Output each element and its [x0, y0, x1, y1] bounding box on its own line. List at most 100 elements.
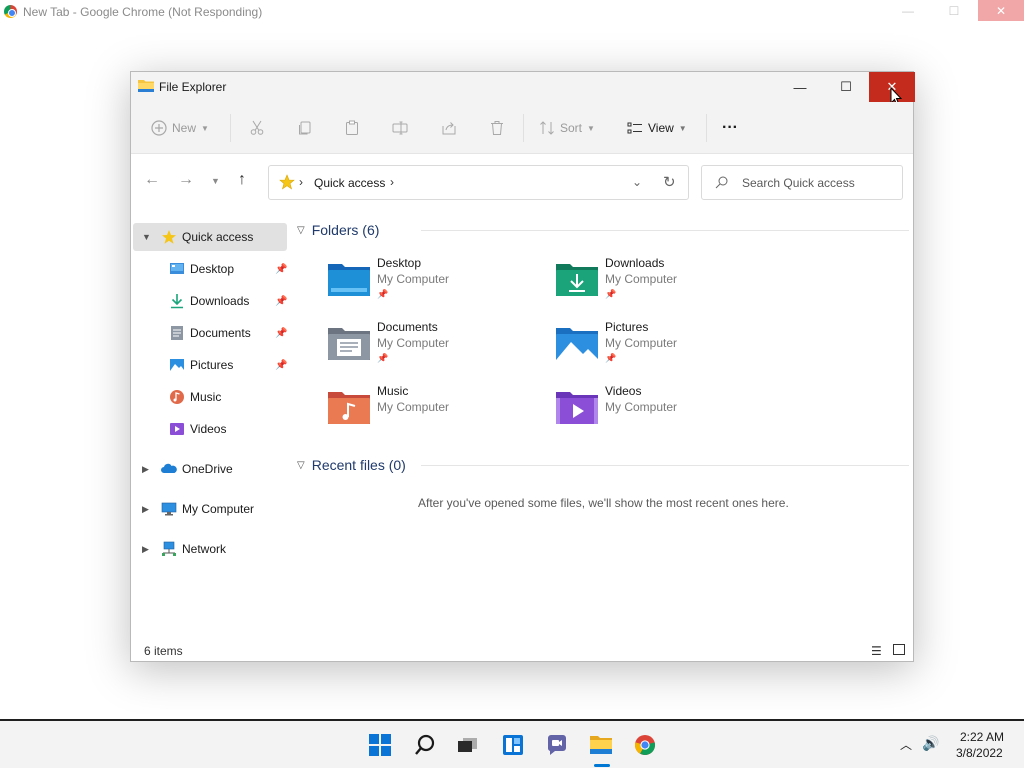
downloads-icon [171, 294, 183, 309]
widgets-icon[interactable] [501, 733, 525, 757]
volume-icon[interactable]: 🔊 [922, 735, 939, 752]
folder-location: My Computer [605, 400, 678, 414]
forward-arrow-icon[interactable]: → [178, 171, 194, 189]
chrome-minimize-button[interactable]: — [885, 0, 931, 21]
chrome-window-title: New Tab - Google Chrome (Not Responding) [23, 5, 263, 19]
item-count: 6 items [144, 644, 183, 658]
recent-locations-chevron-icon[interactable]: ▼ [211, 176, 220, 186]
chevron-down-icon[interactable]: ▼ [142, 232, 151, 242]
pictures-icon [170, 359, 184, 371]
cut-button[interactable] [249, 116, 265, 140]
recent-files-section-header[interactable]: ▽ Recent files (0) [297, 457, 406, 473]
scissors-icon [250, 120, 264, 135]
sort-button[interactable]: Sort ▼ [539, 116, 595, 140]
view-label: View [648, 121, 674, 135]
sort-icon [540, 121, 554, 135]
chevron-right-icon[interactable]: ▶ [142, 504, 149, 515]
chrome-maximize-button[interactable]: ☐ [931, 0, 977, 21]
see-more-button[interactable]: ··· [722, 116, 738, 140]
address-dropdown-chevron-icon[interactable]: ⌄ [632, 175, 642, 189]
copy-button[interactable] [297, 116, 313, 140]
sidebar-item-pictures[interactable]: Pictures 📌 [133, 351, 287, 379]
sidebar-item-videos[interactable]: Videos [133, 415, 287, 443]
documents-folder-icon [328, 328, 370, 360]
folders-section-header[interactable]: ▽ Folders (6) [297, 222, 379, 238]
sort-label: Sort [560, 121, 583, 135]
copy-icon [299, 121, 311, 135]
navigation-pane: ▼ Quick access Desktop 📌 Downloads 📌 Doc… [131, 217, 291, 637]
start-icon[interactable] [368, 733, 392, 757]
search-input[interactable]: Search Quick access [742, 176, 855, 190]
trash-icon [491, 121, 503, 135]
delete-button[interactable] [489, 116, 505, 140]
section-divider [421, 465, 909, 466]
chevron-down-icon[interactable]: ▽ [297, 225, 305, 236]
star-icon [279, 174, 295, 190]
pin-icon: 📌 [275, 327, 288, 339]
desktop-folder-icon [328, 264, 370, 296]
breadcrumb-separator[interactable]: › [390, 175, 394, 189]
chevron-down-icon[interactable]: ▽ [297, 460, 305, 471]
chrome-titlebar: New Tab - Google Chrome (Not Responding)… [0, 0, 1024, 24]
music-icon [170, 390, 184, 404]
show-hidden-icons-chevron-icon[interactable]: ︿ [900, 736, 912, 753]
maximize-button[interactable]: ☐ [823, 72, 869, 102]
downloads-folder-icon [556, 264, 598, 296]
folder-name: Music [377, 384, 409, 398]
sidebar-item-downloads[interactable]: Downloads 📌 [133, 287, 287, 315]
breadcrumb-quick-access[interactable]: Quick access [314, 176, 385, 190]
folder-tile-documents[interactable]: Documents My Computer 📌 [327, 320, 547, 378]
sidebar-item-music[interactable]: Music [133, 383, 287, 411]
share-button[interactable] [441, 116, 457, 140]
refresh-icon[interactable]: ↻ [663, 173, 676, 191]
new-button[interactable]: New ▼ [151, 116, 209, 140]
chrome-icon[interactable] [633, 733, 657, 757]
sidebar-item-label: OneDrive [182, 462, 233, 476]
chrome-close-button[interactable]: ✕ [978, 0, 1024, 21]
large-icons-view-icon[interactable] [893, 644, 905, 655]
sidebar-item-desktop[interactable]: Desktop 📌 [133, 255, 287, 283]
network-icon [162, 541, 176, 556]
explorer-titlebar[interactable]: File Explorer — ☐ ✕ [131, 72, 915, 107]
videos-folder-icon [556, 392, 598, 424]
folder-tile-pictures[interactable]: Pictures My Computer 📌 [555, 320, 775, 378]
back-arrow-icon[interactable]: ← [144, 171, 160, 189]
chevron-down-icon: ▼ [678, 123, 687, 133]
up-arrow-icon[interactable]: ↑ [238, 171, 246, 189]
view-button[interactable]: View ▼ [627, 116, 687, 140]
chrome-logo-icon [4, 5, 17, 18]
computer-icon [161, 502, 177, 516]
chat-icon[interactable] [545, 733, 569, 757]
task-view-icon[interactable] [456, 733, 480, 757]
folder-tile-music[interactable]: Music My Computer [327, 384, 547, 442]
folder-location: My Computer [605, 272, 678, 286]
clock-date[interactable]: 3/8/2022 [956, 746, 1003, 760]
paste-button[interactable] [344, 116, 360, 140]
pin-icon: 📌 [275, 263, 288, 275]
sidebar-item-network[interactable]: ▶ Network [133, 535, 287, 563]
clock-time[interactable]: 2:22 AM [960, 730, 1004, 744]
folder-tile-downloads[interactable]: Downloads My Computer 📌 [555, 256, 775, 314]
folder-tile-desktop[interactable]: Desktop My Computer 📌 [327, 256, 547, 314]
sidebar-item-onedrive[interactable]: ▶ OneDrive [133, 455, 287, 483]
chevron-right-icon[interactable]: ▶ [142, 544, 149, 555]
sidebar-item-label: Videos [190, 422, 227, 436]
sidebar-item-my-computer[interactable]: ▶ My Computer [133, 495, 287, 523]
address-bar[interactable]: › Quick access › ⌄ ↻ [268, 165, 689, 200]
search-box[interactable]: Search Quick access [701, 165, 903, 200]
pin-icon: 📌 [605, 289, 617, 299]
sidebar-item-documents[interactable]: Documents 📌 [133, 319, 287, 347]
sidebar-item-quick-access[interactable]: ▼ Quick access [133, 223, 287, 251]
file-explorer-icon[interactable] [589, 733, 613, 757]
details-view-icon[interactable]: ☰ [871, 644, 882, 658]
documents-icon [171, 326, 183, 340]
minimize-button[interactable]: — [777, 72, 823, 102]
breadcrumb-separator[interactable]: › [299, 175, 303, 189]
folder-tile-videos[interactable]: Videos My Computer [555, 384, 775, 442]
folders-heading: Folders (6) [311, 222, 380, 238]
sidebar-item-label: Pictures [190, 358, 234, 372]
chevron-right-icon[interactable]: ▶ [142, 464, 149, 475]
rename-button[interactable] [392, 116, 408, 140]
search-icon[interactable] [413, 733, 437, 757]
pictures-folder-icon [556, 328, 598, 360]
